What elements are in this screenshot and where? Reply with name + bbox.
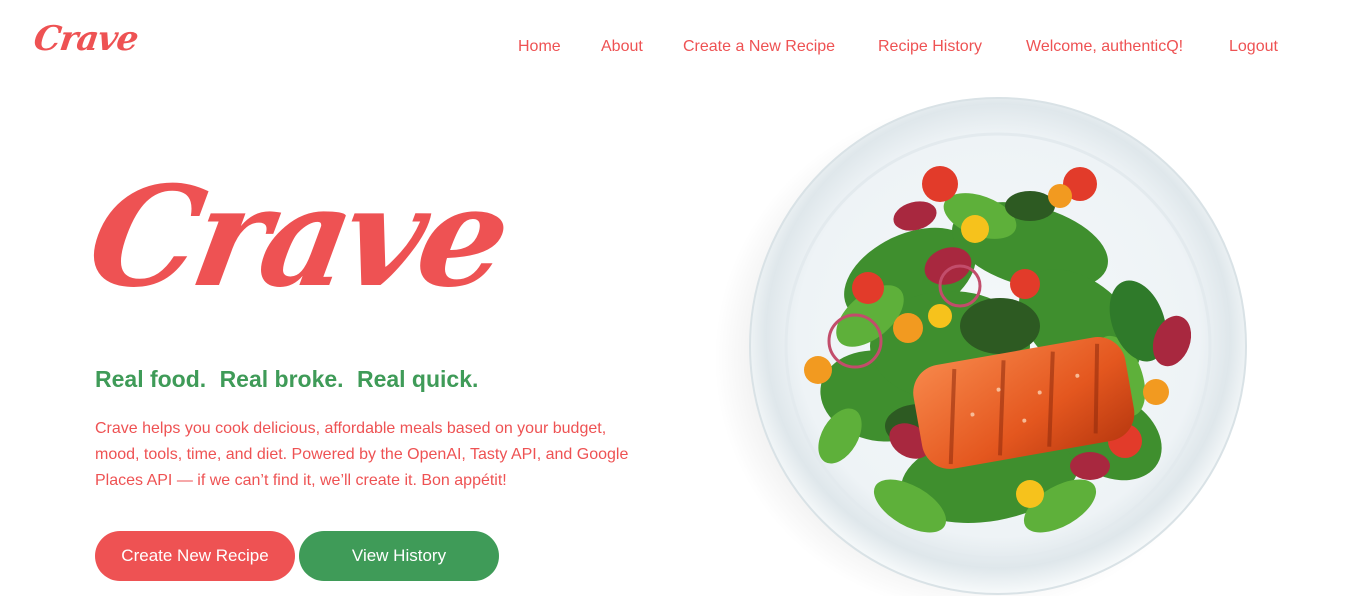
- nav-create-recipe-link[interactable]: Create a New Recipe: [683, 37, 835, 57]
- create-new-recipe-button[interactable]: Create New Recipe: [95, 531, 295, 581]
- top-nav: Home About Create a New Recipe Recipe Hi…: [0, 37, 1350, 57]
- hero-tagline: Real food. Real broke. Real quick.: [95, 366, 485, 393]
- tagline-part: Real food.: [95, 366, 207, 392]
- tagline-part: Real broke.: [219, 366, 344, 392]
- salmon-salad-image: [700, 96, 1260, 596]
- nav-logout-link[interactable]: Logout: [1229, 37, 1278, 57]
- nav-recipe-history-link[interactable]: Recipe History: [878, 37, 982, 57]
- hero-logo: Crave: [77, 155, 517, 318]
- nav-welcome-user[interactable]: Welcome, authenticQ!: [1026, 37, 1183, 57]
- view-history-button[interactable]: View History: [299, 531, 499, 581]
- nav-about-link[interactable]: About: [601, 37, 643, 57]
- nav-home-link[interactable]: Home: [518, 37, 561, 57]
- hero-description: Crave helps you cook delicious, affordab…: [95, 420, 629, 489]
- tagline-part: Real quick.: [356, 366, 479, 392]
